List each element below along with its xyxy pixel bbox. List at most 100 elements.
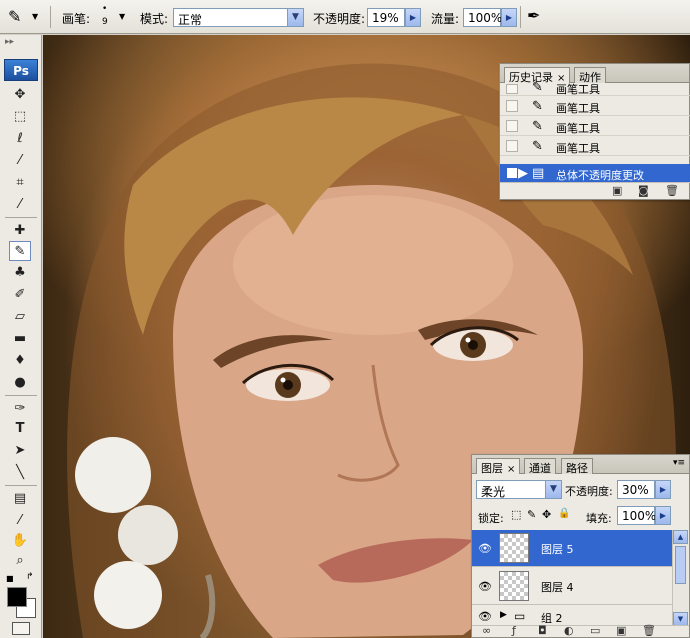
eye-icon[interactable]: 👁 [478,542,492,555]
fill-slider-button[interactable]: ▶ [655,506,671,525]
tab-channels[interactable]: 通道 [524,458,556,475]
eye-icon[interactable]: 👁 [478,610,492,623]
layer-opacity-value: 30% [622,483,649,497]
lock-position-icon[interactable]: ✥ [542,508,551,521]
tab-paths[interactable]: 路径 [561,458,593,475]
zoom-icon[interactable]: ⌕ [9,551,31,571]
history-brush-source-checkbox[interactable] [506,100,518,112]
opacity-label: 不透明度: [313,12,366,26]
link-layers-icon[interactable]: ∞ [482,624,491,637]
layer-style-icon[interactable]: ƒ [512,624,516,637]
brush-tool-icon[interactable]: ✎ [8,7,21,26]
brush-size[interactable]: 9 [102,17,108,27]
document-icon: ▤ [532,166,545,181]
ps-logo[interactable]: Ps [4,59,38,81]
trash-icon[interactable]: 🗑 [665,184,679,197]
history-item-label: 画笔工具 [556,83,600,96]
hand-icon[interactable]: ✋ [9,531,31,551]
chevron-down-icon[interactable]: ▼ [287,9,303,26]
tab-layers[interactable]: 图层 × [476,458,521,475]
history-item-selected[interactable]: ▶ ▤ 总体不透明度更改 [500,164,690,183]
path-selection-icon[interactable]: ➤ [9,441,31,461]
divider [5,395,37,396]
layer-name[interactable]: 图层 4 [541,579,574,595]
history-brush-source-checkbox[interactable] [506,120,518,132]
eraser-icon[interactable]: ▱ [9,307,31,327]
history-item[interactable]: ✎ 画笔工具 [500,137,690,156]
history-brush-source-checkbox[interactable] [506,84,518,94]
lock-pixels-icon[interactable]: ✎ [527,508,536,521]
history-item[interactable]: ✎ 画笔工具 [500,80,690,96]
opacity-slider-button[interactable]: ▶ [405,8,421,27]
blur-icon[interactable]: ♦ [9,351,31,371]
airbrush-icon[interactable]: ✒ [527,6,540,25]
foreground-color-swatch[interactable] [7,587,27,607]
crop-icon[interactable]: ⌗ [9,173,31,193]
brush-dot-icon: • [102,4,108,14]
mode-value: 正常 [178,13,203,27]
scroll-thumb[interactable] [675,546,686,584]
line-icon[interactable]: ╲ [9,463,31,483]
gradient-icon[interactable]: ▬ [9,329,31,349]
notes-icon[interactable]: ▤ [9,489,31,509]
new-layer-icon[interactable]: ▣ [616,624,626,637]
layer-row-selected[interactable]: 👁 图层 5 [472,530,672,567]
healing-brush-icon[interactable]: ✚ [9,221,31,241]
history-brush-source-checkbox[interactable] [506,167,518,179]
quick-mask-icon[interactable] [12,622,30,635]
slice-icon[interactable]: ⁄ [9,195,31,215]
type-icon[interactable]: T [9,419,31,439]
flow-slider-button[interactable]: ▶ [501,8,517,27]
mode-select[interactable]: 正常 ▼ [173,8,304,27]
brush-icon: ✎ [532,139,543,154]
history-item[interactable]: ✎ 画笔工具 [500,117,690,136]
brush-picker-dropdown[interactable]: ▼ [119,12,125,21]
lock-all-icon[interactable]: 🔒 [558,508,570,519]
collapse-icon[interactable]: ▸▸ [5,37,14,47]
history-brush-source-checkbox[interactable] [506,140,518,152]
eye-icon[interactable]: 👁 [478,580,492,593]
history-brush-icon[interactable]: ✐ [9,285,31,305]
layer-group-row[interactable]: 👁 ▶ ▭ 组 2 [472,606,672,626]
layers-panel-footer: ∞ ƒ ◘ ◐ ▭ ▣ 🗑 [472,624,689,637]
lock-transparency-icon[interactable]: ⬚ [511,508,521,521]
flow-input[interactable]: 100% [463,8,502,27]
trash-icon[interactable]: 🗑 [642,624,656,637]
layer-name[interactable]: 图层 5 [541,541,574,557]
brush-icon[interactable]: ✎ [9,241,31,261]
clone-stamp-icon[interactable]: ♣ [9,263,31,283]
default-colors-icon[interactable]: ■ [6,574,14,583]
opacity-input[interactable]: 19% [367,8,405,27]
layer-opacity-slider-button[interactable]: ▶ [655,480,671,499]
lock-label: 锁定: [478,512,504,525]
swap-colors-icon[interactable]: ↱ [26,572,34,582]
move-icon[interactable]: ✥ [9,85,31,105]
lasso-icon[interactable]: ℓ [9,129,31,149]
layer-row[interactable]: 👁 图层 4 [472,568,672,605]
divider [50,6,51,28]
close-icon[interactable]: × [507,464,515,475]
panel-menu-icon[interactable]: ▾≡ [673,458,685,468]
layer-mask-icon[interactable]: ◘ [538,624,547,637]
history-item[interactable]: ✎ 画笔工具 [500,97,690,116]
chevron-down-icon[interactable]: ▼ [545,481,561,498]
dodge-icon[interactable]: ● [9,373,31,393]
snapshot-camera-icon[interactable]: ◙ [638,184,649,197]
tool-preset-dropdown[interactable]: ▼ [32,12,38,21]
magic-wand-icon[interactable]: ⁄ [9,151,31,171]
expand-arrow-icon[interactable]: ▶ [500,610,507,620]
fill-input[interactable]: 100% [617,506,656,525]
scroll-down-button[interactable]: ▼ [673,612,688,626]
new-group-icon[interactable]: ▭ [590,624,600,637]
adjustment-layer-icon[interactable]: ◐ [564,624,574,637]
new-document-from-state-icon[interactable]: ▣ [612,184,622,197]
marquee-icon[interactable]: ⬚ [9,107,31,127]
layer-opacity-input[interactable]: 30% [617,480,655,499]
blend-mode-select[interactable]: 柔光 ▼ [476,480,562,499]
scroll-up-button[interactable]: ▲ [673,530,688,544]
flow-label: 流量: [431,12,460,26]
pen-icon[interactable]: ✑ [9,399,31,419]
eyedropper-icon[interactable]: ⁄ [9,511,31,531]
layers-scrollbar[interactable]: ▲ ▼ [672,530,688,626]
history-item-label: 画笔工具 [556,102,600,115]
